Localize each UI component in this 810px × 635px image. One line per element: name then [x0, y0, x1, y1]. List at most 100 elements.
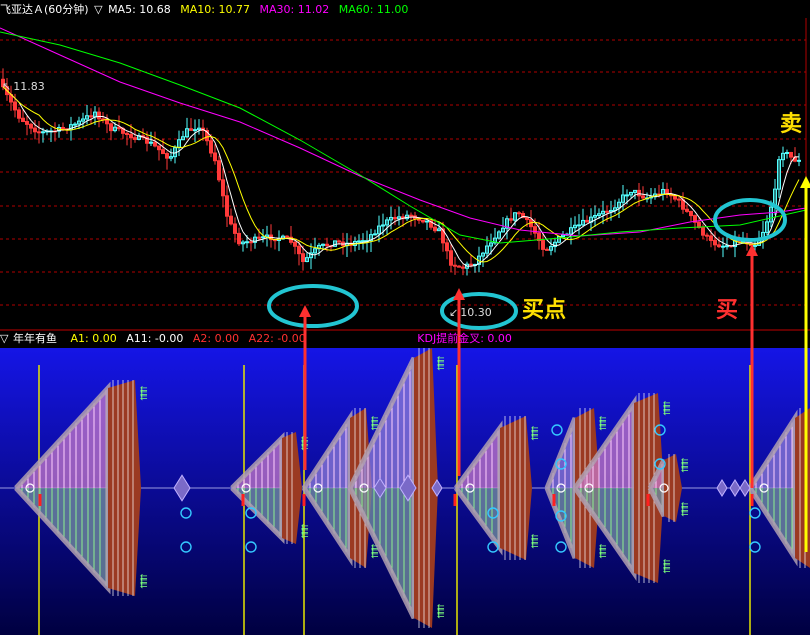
ma30-indicator: MA30: 11.02 [259, 3, 330, 16]
candle-body [625, 194, 629, 197]
candle-body [153, 141, 157, 147]
chart-stage: ⇇ ⇇ ⇇ ⇇ ⇇ ⇇ ⇇ ⇇ ⇇ ⇇ ⇇ ⇇ ⇇ ⇇ ⇇ ⇇ ⇇ ⇇ ⇇ ⇇ ⇇ ⇇ ⇇ ⇇ ⇇ ⇇ ⇇ ⇇ ⇇ ⇇ ⇇ ⇇ ⇇ ⇇ ⇇ ⇇ ⇇ ⇇ ⇇ ⇇… [0, 0, 810, 635]
candle-body [717, 244, 721, 248]
candle-body [117, 126, 121, 130]
highlight-circle [267, 284, 359, 328]
ma5-indicator: MA5: 10.68 [108, 3, 171, 16]
candle-body [257, 236, 261, 239]
red-signal-marker [646, 494, 650, 506]
red-signal-marker [750, 494, 754, 506]
candle-body [725, 245, 729, 248]
low-price-label: ↙ 10.30 [449, 306, 492, 319]
candle-body [61, 127, 65, 130]
price-panel-header: 飞亚达Ａ(60分钟) ▽ MA5: 10.68 MA10: 10.77 MA30… [0, 2, 414, 18]
candle-body [73, 123, 77, 126]
a11-indicator: A11: -0.00 [126, 332, 184, 345]
candle-body [701, 226, 705, 236]
candle-body [21, 117, 25, 122]
candle-body [325, 243, 329, 247]
candle-body [133, 137, 137, 140]
ma60-indicator: MA60: 11.00 [338, 3, 409, 16]
red-signal-marker [453, 494, 457, 506]
fin-marker: ⇇ [531, 533, 539, 543]
ma30-line [0, 27, 807, 237]
candle-body [213, 152, 217, 162]
price-panel [0, 18, 810, 331]
candle-body [237, 232, 241, 245]
candle-body [705, 234, 709, 237]
candle-body [357, 240, 361, 243]
fin-marker: ⇇ [681, 465, 689, 475]
candle-body [689, 210, 693, 217]
chart-canvas: ⇇⇇⇇⇇⇇⇇⇇⇇⇇⇇⇇⇇⇇⇇⇇⇇⇇⇇⇇⇇⇇⇇⇇⇇⇇⇇⇇⇇⇇⇇⇇⇇⇇⇇⇇⇇⇇⇇⇇⇇… [0, 18, 810, 635]
candle-body [457, 265, 461, 268]
candle-body [469, 263, 473, 266]
candle-body [605, 210, 609, 213]
fin-marker: ⇇ [140, 573, 148, 583]
candle-body [285, 235, 289, 238]
fin-marker: ⇇ [301, 523, 309, 533]
candle-body [17, 109, 21, 119]
symbol-title: 飞亚达Ａ(60分钟) [0, 3, 89, 16]
candle-body [337, 240, 341, 243]
candle-body [585, 219, 589, 223]
kdj-indicator: KDJ提前金叉: 0.00 [417, 332, 512, 345]
triangle-down-icon[interactable]: ▽ [94, 3, 102, 16]
candle-body [189, 128, 193, 131]
candle-body [373, 233, 377, 236]
candle-body [37, 131, 41, 134]
candle-body [525, 217, 529, 221]
candle-body [125, 132, 129, 136]
candle-body [245, 241, 249, 244]
candle-body [425, 220, 429, 223]
candle-body [301, 253, 305, 263]
candle-body [517, 212, 521, 215]
candle-body [89, 115, 93, 118]
fin-marker: ⇇ [437, 603, 445, 613]
ma10-line [2, 86, 800, 263]
candle-body [393, 216, 397, 220]
candle-body [685, 208, 689, 212]
candle-body [225, 195, 229, 217]
candle-body [293, 241, 297, 247]
buy-point-label: 买点 [522, 298, 567, 323]
candle-body [25, 120, 29, 125]
ma10-indicator: MA10: 10.77 [180, 3, 250, 16]
fin-marker: ⇇ [681, 501, 689, 511]
indicator-title: 年年有鱼 [12, 332, 57, 345]
candle-body [13, 101, 17, 111]
triangle-down-icon[interactable]: ▽ [0, 332, 8, 345]
indicator-panel-header: ▽ 年年有鱼 A1: 0.00 A11: -0.00 A2: 0.00 A22:… [0, 331, 518, 347]
fin-marker: ⇇ [663, 558, 671, 568]
candle-body [713, 239, 717, 246]
fish-body [795, 408, 810, 568]
candle-body [249, 241, 253, 244]
candle-body [753, 244, 757, 247]
candle-body [545, 248, 549, 251]
candle-body [433, 226, 437, 232]
candle-body [449, 250, 453, 266]
candle-body [41, 131, 45, 134]
candle-body [261, 236, 265, 239]
candle-body [453, 264, 457, 267]
fin-marker: ⇇ [140, 393, 148, 403]
candle-body [641, 195, 645, 199]
candle-body [209, 140, 213, 154]
fin-marker: ⇇ [663, 408, 671, 418]
candle-body [637, 189, 641, 197]
candle-body [161, 149, 165, 155]
buy-label: 买 [716, 298, 739, 323]
candle-body [129, 134, 133, 139]
red-signal-marker [552, 494, 556, 506]
candle-body [217, 160, 221, 181]
candle-body [789, 151, 793, 158]
candle-body [541, 240, 545, 250]
fin-marker: ⇇ [599, 423, 607, 433]
buy-arrow-head [299, 305, 311, 317]
candle-body [445, 242, 449, 252]
candle-body [797, 159, 801, 162]
candle-body [785, 151, 789, 154]
a22-indicator: A22: -0.00 [248, 332, 306, 345]
candle-body [409, 214, 413, 217]
red-signal-marker [38, 494, 42, 506]
